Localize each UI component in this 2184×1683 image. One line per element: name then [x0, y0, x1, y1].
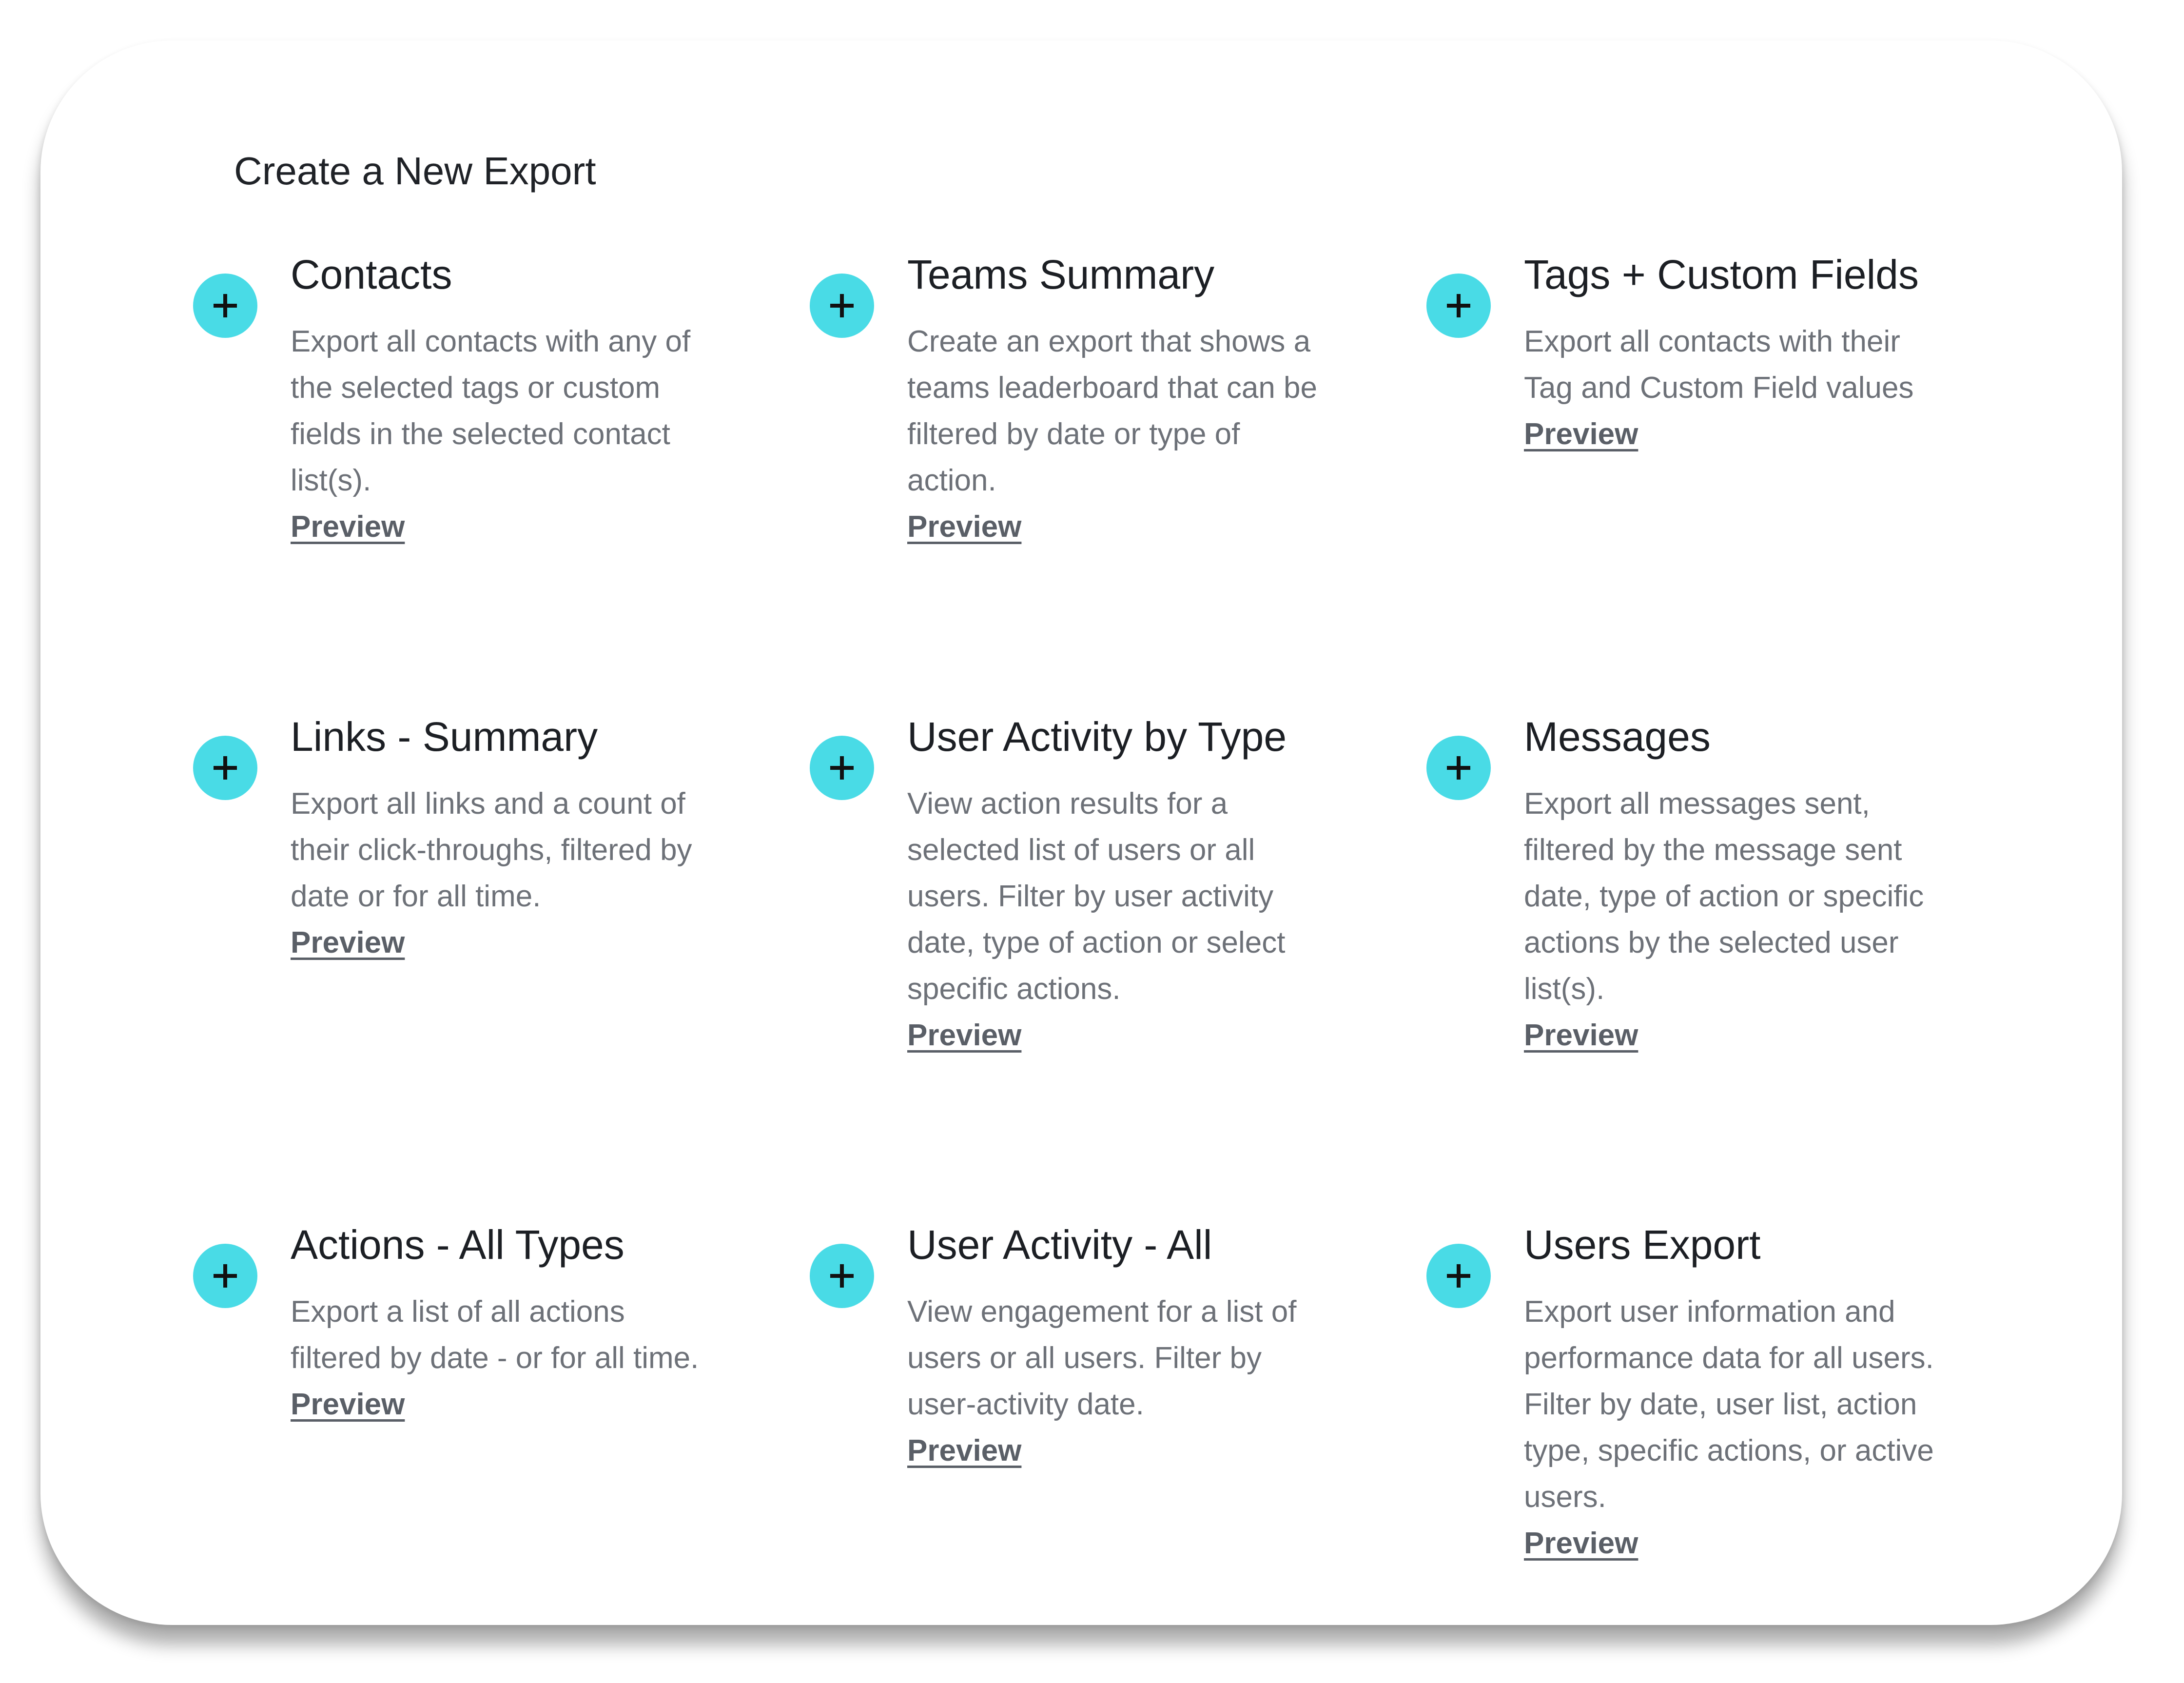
preview-link-messages[interactable]: Preview [1524, 1012, 2060, 1058]
export-option-description: View action results for a selected list o… [907, 781, 1443, 1058]
add-users-export-button[interactable] [1426, 1244, 1491, 1308]
add-messages-button[interactable] [1426, 736, 1491, 800]
export-option-title: Contacts [291, 252, 452, 297]
description-line: specific actions. [907, 972, 1121, 1006]
description-line: list(s). [1524, 972, 1605, 1006]
description-line: list(s). [291, 464, 371, 497]
export-option-description: Export all messages sent, filtered by the… [1524, 781, 2060, 1058]
description-line: date or for all time. [291, 880, 541, 913]
preview-link-user-activity-by-type[interactable]: Preview [907, 1012, 1443, 1058]
description-line: actions by the selected user [1524, 926, 1899, 959]
description-line: users. Filter by user activity [907, 880, 1274, 913]
export-option-title: User Activity - All [907, 1222, 1212, 1268]
add-user-activity-by-type-button[interactable] [810, 736, 874, 800]
description-line: Export all links and a count of [291, 787, 685, 821]
export-option-description: Export user information and performance d… [1524, 1289, 2060, 1566]
page-title: Create a New Export [234, 149, 596, 193]
preview-link-teams-summary[interactable]: Preview [907, 504, 1443, 550]
export-option-title: Actions - All Types [291, 1222, 624, 1268]
add-teams-summary-button[interactable] [810, 274, 874, 338]
export-option-description: Export a list of all actions filtered by … [291, 1289, 827, 1428]
description-line: type, specific actions, or active [1524, 1434, 1934, 1468]
description-line: Export all messages sent, [1524, 787, 1870, 821]
export-option-description: Create an export that shows a teams leade… [907, 318, 1443, 550]
export-panel: Create a New Export Contacts Export all c… [40, 40, 2122, 1625]
description-line: users. [1524, 1480, 1606, 1514]
add-contacts-button[interactable] [193, 274, 257, 338]
description-line: the selected tags or custom [291, 371, 661, 405]
description-line: their click-throughs, filtered by [291, 833, 692, 867]
description-line: Filter by date, user list, action [1524, 1388, 1917, 1421]
description-line: filtered by the message sent [1524, 833, 1902, 867]
description-line: View action results for a [907, 787, 1228, 821]
description-line: View engagement for a list of [907, 1295, 1297, 1329]
preview-link-users-export[interactable]: Preview [1524, 1520, 2060, 1566]
description-line: Create an export that shows a [907, 325, 1311, 358]
description-line: selected list of users or all [907, 833, 1255, 867]
description-line: date, type of action or specific [1524, 880, 1924, 913]
description-line: users or all users. Filter by [907, 1341, 1262, 1375]
export-option-title: Teams Summary [907, 252, 1215, 297]
preview-link-user-activity-all[interactable]: Preview [907, 1428, 1443, 1474]
description-line: Export all contacts with any of [291, 325, 691, 358]
preview-link-contacts[interactable]: Preview [291, 504, 827, 550]
description-line: fields in the selected contact [291, 417, 670, 451]
export-option-description: Export all links and a count of their cli… [291, 781, 827, 966]
export-option-description: View engagement for a list of users or al… [907, 1289, 1443, 1474]
export-option-description: Export all contacts with their Tag and Cu… [1524, 318, 2060, 457]
description-line: teams leaderboard that can be [907, 371, 1317, 405]
description-line: date, type of action or select [907, 926, 1286, 959]
description-line: Tag and Custom Field values [1524, 371, 1914, 405]
description-line: Export all contacts with their [1524, 325, 1900, 358]
export-option-title: Tags + Custom Fields [1524, 252, 1919, 297]
export-option-title: User Activity by Type [907, 714, 1287, 760]
export-option-title: Links - Summary [291, 714, 598, 760]
export-option-title: Messages [1524, 714, 1711, 760]
add-user-activity-all-button[interactable] [810, 1244, 874, 1308]
description-line: filtered by date or type of [907, 417, 1240, 451]
preview-link-actions-all-types[interactable]: Preview [291, 1381, 827, 1428]
description-line: Export user information and [1524, 1295, 1895, 1329]
description-line: filtered by date - or for all time. [291, 1341, 699, 1375]
add-links-summary-button[interactable] [193, 736, 257, 800]
preview-link-tags-custom-fields[interactable]: Preview [1524, 411, 2060, 457]
add-actions-all-types-button[interactable] [193, 1244, 257, 1308]
description-line: action. [907, 464, 996, 497]
export-option-description: Export all contacts with any of the selec… [291, 318, 827, 550]
export-option-title: Users Export [1524, 1222, 1761, 1268]
description-line: performance data for all users. [1524, 1341, 1934, 1375]
add-tags-custom-fields-button[interactable] [1426, 274, 1491, 338]
preview-link-links-summary[interactable]: Preview [291, 920, 827, 966]
description-line: Export a list of all actions [291, 1295, 625, 1329]
description-line: user-activity date. [907, 1388, 1144, 1421]
